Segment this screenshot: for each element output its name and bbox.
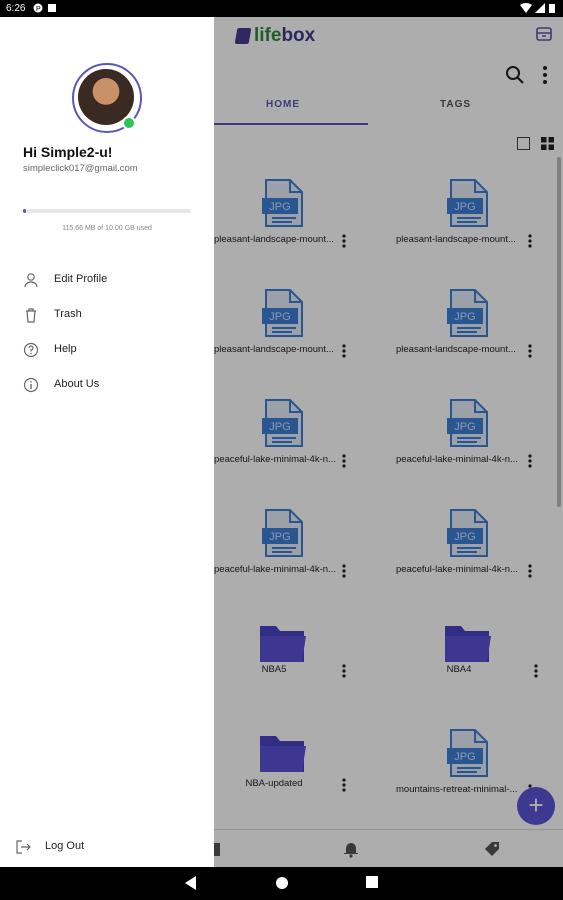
menu-item-help[interactable]: Help (23, 340, 203, 360)
system-navigation-bar (0, 867, 563, 900)
logout-label: Log Out (45, 840, 85, 852)
back-icon[interactable] (185, 876, 197, 890)
online-status-indicator (122, 116, 136, 130)
storage-usage-fill (23, 209, 27, 213)
navigation-drawer: Hi Simple2-u! simpleclick017@gmail.com 1… (0, 17, 214, 867)
svg-text:P: P (36, 6, 41, 13)
notification-icon: P (33, 3, 43, 13)
menu-item-about-us[interactable]: About Us (23, 375, 203, 395)
status-bar: 6:26 P (0, 0, 563, 17)
trash-icon (26, 308, 36, 323)
wifi-icon (520, 3, 532, 13)
user-greeting: Hi Simple2-u! (23, 144, 113, 160)
menu-item-label: About Us (54, 378, 100, 390)
menu-item-label: Edit Profile (54, 273, 108, 285)
battery-icon (549, 4, 555, 13)
help-icon (23, 342, 39, 358)
storage-usage-text: 115.66 MB of 10.00 GB used (62, 225, 152, 232)
menu-item-label: Trash (54, 308, 82, 320)
drawer-scrim[interactable] (214, 17, 563, 867)
recents-icon[interactable] (366, 876, 378, 888)
storage-usage-bar (23, 209, 191, 213)
menu-item-edit-profile[interactable]: Edit Profile (23, 270, 203, 290)
logout-button[interactable]: Log Out (15, 839, 195, 859)
logout-icon (16, 840, 31, 854)
signal-icon (535, 3, 545, 13)
storage-notification-icon (48, 4, 56, 12)
user-email: simpleclick017@gmail.com (23, 163, 138, 174)
menu-item-label: Help (54, 343, 77, 355)
user-icon (24, 273, 38, 288)
menu-item-trash[interactable]: Trash (23, 305, 203, 325)
home-icon[interactable] (275, 876, 289, 890)
status-time: 6:26 (6, 3, 26, 14)
info-icon (23, 377, 39, 393)
